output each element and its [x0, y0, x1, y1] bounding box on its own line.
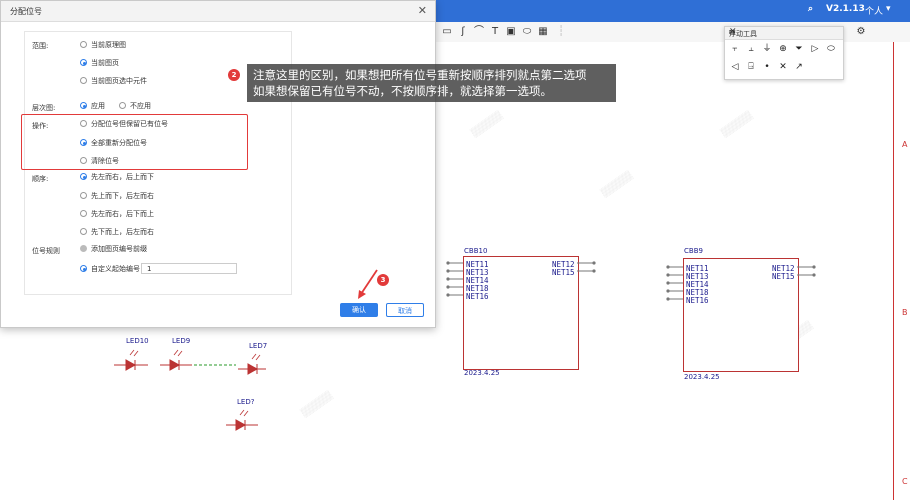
close-icon[interactable]: ✕ [729, 27, 839, 37]
rule-option-page-prefix[interactable]: 添加图页编号前缀 [80, 243, 147, 255]
port-in-icon[interactable]: ◁ [729, 61, 741, 73]
border-mark-c: C [902, 477, 908, 486]
hierarchy-option-not-apply[interactable]: 不应用 [119, 100, 151, 112]
border-mark-b: B [902, 308, 908, 317]
search-icon[interactable]: ⌕ [808, 4, 813, 14]
netport-icon[interactable]: ⫟ [729, 43, 741, 55]
settings-icon[interactable]: ⚙ [854, 25, 868, 39]
order-option-1[interactable]: 先左而右，后上而下 [80, 171, 154, 183]
confirm-button[interactable]: 确认 [340, 303, 378, 317]
probe-icon[interactable]: ↗ [793, 61, 805, 73]
led-symbols-drawing [114, 349, 266, 431]
annotation-line-2: 如果想保留已有位号不动，不按顺序排，就选择第一选项。 [253, 84, 552, 98]
scope-option-current-page[interactable]: 当前图页 [80, 57, 119, 69]
table-tool-icon[interactable]: ▦ [536, 25, 550, 39]
led-designator: LED9 [172, 337, 191, 345]
text-tool-icon[interactable]: T [488, 25, 502, 39]
no-connect-icon[interactable]: ✕ [777, 61, 789, 73]
ground-icon[interactable]: ⏚ [761, 43, 773, 55]
hierarchy-option-apply[interactable]: 应用 [80, 100, 105, 112]
close-icon[interactable]: ✕ [418, 4, 427, 17]
chip-designator: CBB10 [464, 247, 488, 255]
order-label: 顺序: [32, 175, 49, 183]
order-option-4[interactable]: 先下而上，后左而右 [80, 226, 154, 238]
junction-icon[interactable]: • [761, 61, 773, 73]
scope-label: 范围: [32, 42, 49, 50]
gnd-symbol-icon[interactable]: ⏷ [793, 43, 805, 55]
rule-label: 位号规则 [32, 247, 60, 255]
chevron-down-icon[interactable]: ▾ [886, 4, 891, 14]
ellipse-tool-icon[interactable]: ⬭ [520, 25, 534, 39]
scope-option-selected[interactable]: 当前图页选中元件 [80, 75, 147, 87]
chip-designator: CBB9 [684, 247, 703, 255]
offpage-icon[interactable]: ⍈ [745, 61, 757, 73]
version-label: V2.1.13 [826, 4, 865, 14]
toolbar-separator-icon: ┆ [557, 26, 565, 37]
dialog-title: 分配位号 [10, 7, 42, 16]
user-menu[interactable]: 个人 [865, 4, 883, 17]
chip-date-label: 2023.4.25 [464, 369, 500, 377]
power-icon[interactable]: ⊕ [777, 43, 789, 55]
step-badge-3: 3 [377, 274, 389, 286]
annotation-line-1: 注意这里的区别，如果想把所有位号重新按顺序排列就点第二选项 [253, 68, 587, 82]
chip-pins-drawing [446, 261, 816, 301]
image-tool-icon[interactable]: ▣ [504, 25, 518, 39]
rectangle-tool-icon[interactable]: ▭ [440, 25, 454, 39]
port-bidir-icon[interactable]: ⬭ [825, 43, 837, 55]
start-number-input[interactable]: 1 [141, 263, 237, 274]
cancel-button[interactable]: 取消 [386, 303, 424, 317]
led-designator: LED10 [126, 337, 149, 345]
arc-tool-icon[interactable]: ⌒ [472, 25, 486, 39]
floating-tools-panel: 浮动工具 ⧉ ✕ ⫟ ⫠ ⏚ ⊕ ⏷ ▷ ⬭ ◁ ⍈ • ✕ ↗ [724, 26, 844, 80]
step-badge-2: 2 [228, 69, 240, 81]
annotation-note: 注意这里的区别，如果想把所有位号重新按顺序排列就点第二选项 如果想保留已有位号不… [247, 64, 616, 102]
dialog-title-bar[interactable]: 分配位号 ✕ [1, 1, 435, 22]
order-option-2[interactable]: 先上而下，后左而右 [80, 190, 154, 202]
rule-option-custom-start[interactable]: 自定义起始编号 [80, 263, 140, 275]
floating-tools-header[interactable]: 浮动工具 ⧉ ✕ [725, 27, 843, 40]
port-out-icon[interactable]: ▷ [809, 43, 821, 55]
order-option-3[interactable]: 先左而右，后下而上 [80, 208, 154, 220]
curve-tool-icon[interactable]: ʃ [456, 25, 470, 39]
operation-highlight-box [21, 114, 248, 170]
sheet-border-right [893, 42, 910, 500]
border-mark-a: A [902, 140, 908, 149]
hierarchy-label: 层次图: [32, 104, 56, 112]
chip-date-label: 2023.4.25 [684, 373, 720, 381]
scope-option-schematic[interactable]: 当前原理图 [80, 39, 126, 51]
netflag-icon[interactable]: ⫠ [745, 43, 757, 55]
